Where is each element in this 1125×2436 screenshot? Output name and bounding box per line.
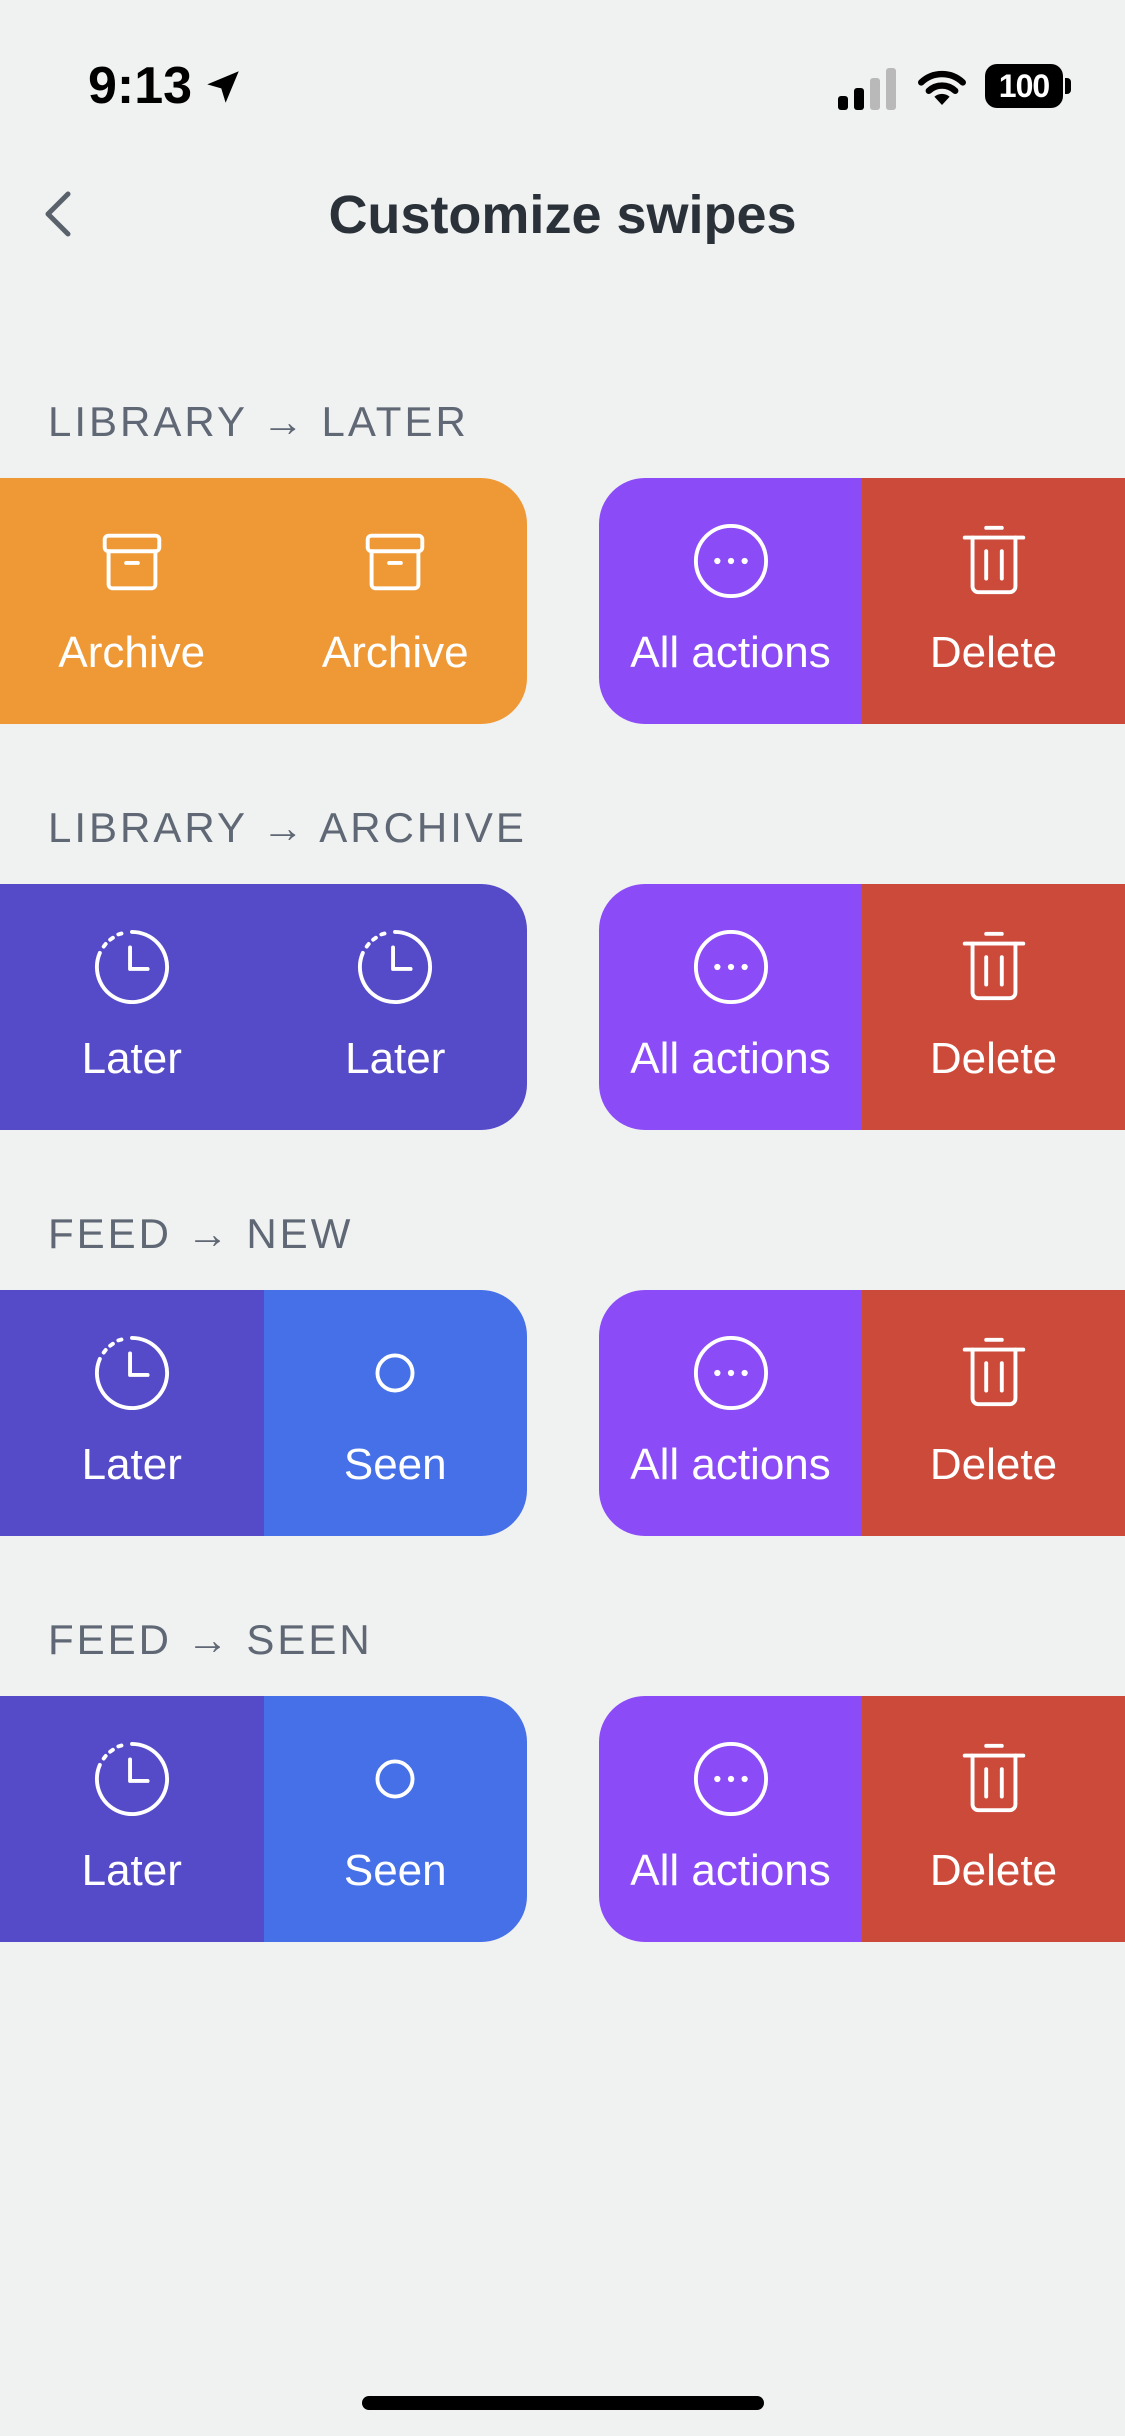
clock-icon (94, 1335, 169, 1411)
cellular-signal-icon (838, 68, 896, 110)
status-time: 9:13 (88, 57, 193, 115)
swipe-action-label: All actions (630, 628, 831, 677)
section-label-feed-seen: FEED → SEEN (48, 1616, 373, 1663)
leading-swipe-actions[interactable]: Later Later (0, 884, 527, 1130)
archive-box-icon (102, 533, 161, 591)
swipe-action-label: Delete (929, 1440, 1058, 1489)
swipe-action-label: Archive (321, 628, 469, 677)
swipe-action-archive[interactable]: Archive (263, 478, 527, 724)
swipe-action-all-actions[interactable]: All actions (599, 1696, 862, 1942)
trash-icon (962, 1337, 1025, 1407)
home-indicator[interactable] (362, 2396, 764, 2410)
trash-icon (962, 1743, 1025, 1813)
clock-icon (358, 929, 433, 1005)
section-label-library-archive: LIBRARY → ARCHIVE (48, 804, 527, 851)
swipe-action-label: Seen (343, 1440, 447, 1489)
trash-icon (962, 931, 1025, 1001)
leading-swipe-actions[interactable]: Archive Archive (0, 478, 527, 724)
swipe-action-later[interactable]: Later (0, 1290, 264, 1536)
swipe-action-later[interactable]: Later (0, 884, 264, 1130)
swipe-action-label: All actions (630, 1846, 831, 1895)
swipe-action-seen[interactable]: Seen (263, 1290, 527, 1536)
swipe-action-label: Seen (343, 1846, 447, 1895)
swipe-action-label: Delete (929, 628, 1058, 677)
clock-icon (94, 929, 169, 1005)
battery-tip (1065, 78, 1071, 94)
location-arrow-icon (207, 71, 239, 103)
wifi-icon (918, 70, 966, 105)
trailing-swipe-actions[interactable]: All actions Delete (599, 1290, 1125, 1536)
swipe-action-label: Delete (929, 1034, 1058, 1083)
page-title: Customize swipes (328, 185, 797, 245)
status-bar: 9:13 100 (0, 0, 1125, 130)
navigation-header: Customize swipes (0, 170, 1125, 260)
swipe-action-archive[interactable]: Archive (0, 478, 264, 724)
swipe-action-label: All actions (630, 1440, 831, 1489)
swipe-action-delete[interactable]: Delete (862, 478, 1125, 724)
swipe-action-all-actions[interactable]: All actions (599, 1290, 862, 1536)
more-circle-icon (693, 1335, 768, 1411)
swipe-action-all-actions[interactable]: All actions (599, 884, 862, 1130)
swipe-action-delete[interactable]: Delete (862, 1290, 1125, 1536)
leading-swipe-actions[interactable]: Later Seen (0, 1290, 527, 1536)
more-circle-icon (693, 523, 768, 599)
more-circle-icon (693, 1741, 768, 1817)
swipe-action-delete[interactable]: Delete (862, 884, 1125, 1130)
battery-icon: 100 (985, 64, 1071, 108)
trailing-swipe-actions[interactable]: All actions Delete (599, 1696, 1125, 1942)
section-label-feed-new: FEED → NEW (48, 1210, 354, 1257)
swipe-action-label: Later (81, 1846, 182, 1895)
circle-icon (375, 1759, 415, 1799)
leading-swipe-actions[interactable]: Later Seen (0, 1696, 527, 1942)
swipe-action-all-actions[interactable]: All actions (599, 478, 862, 724)
swipe-action-label: Later (345, 1034, 446, 1083)
circle-icon (375, 1353, 415, 1393)
swipe-action-label: Delete (929, 1846, 1058, 1895)
trailing-swipe-actions[interactable]: All actions Delete (599, 478, 1125, 724)
swipe-action-seen[interactable]: Seen (263, 1696, 527, 1942)
swipe-action-label: Later (81, 1034, 182, 1083)
section-label-library-later: LIBRARY → LATER (48, 398, 469, 445)
swipe-action-label: Archive (58, 628, 206, 677)
swipe-action-label: Later (81, 1440, 182, 1489)
swipe-action-label: All actions (630, 1034, 831, 1083)
swipe-action-delete[interactable]: Delete (862, 1696, 1125, 1942)
trailing-swipe-actions[interactable]: All actions Delete (599, 884, 1125, 1130)
archive-box-icon (366, 533, 425, 591)
swipe-action-later[interactable]: Later (263, 884, 527, 1130)
more-circle-icon (693, 929, 768, 1005)
swipe-action-later[interactable]: Later (0, 1696, 264, 1942)
clock-icon (94, 1741, 169, 1817)
trash-icon (962, 525, 1025, 595)
battery-level: 100 (985, 64, 1063, 108)
